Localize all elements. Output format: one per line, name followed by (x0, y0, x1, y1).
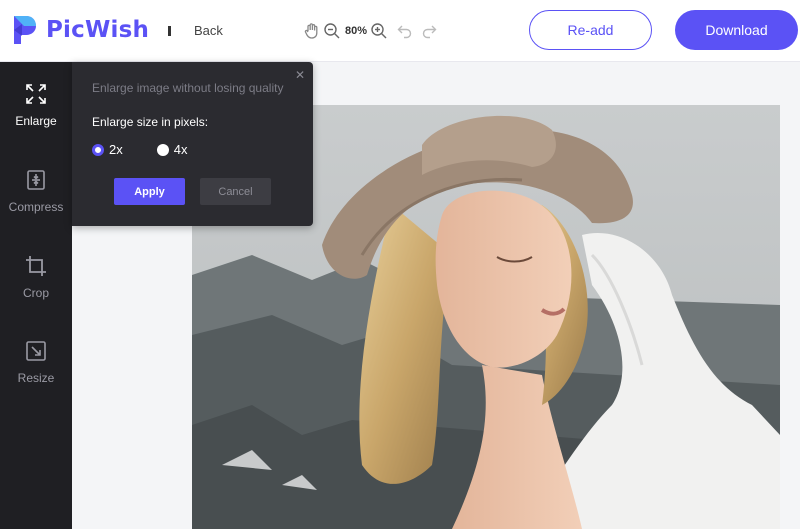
undo-icon[interactable] (395, 21, 415, 41)
redo-icon[interactable] (419, 21, 439, 41)
back-button[interactable]: Back (194, 23, 223, 38)
zoom-toolbar: 80% (302, 20, 439, 42)
zoom-level: 80% (345, 25, 368, 37)
cancel-button[interactable]: Cancel (200, 178, 271, 205)
enlarge-hint: Enlarge image without losing quality (92, 81, 284, 95)
enlarge-size-label: Enlarge size in pixels: (92, 115, 209, 129)
zoom-in-icon[interactable] (369, 21, 389, 41)
sidebar-item-crop[interactable]: Crop (0, 234, 72, 314)
option-label: 2x (109, 142, 123, 157)
picwish-logo-icon (14, 16, 36, 44)
hand-icon[interactable] (302, 21, 322, 41)
zoom-out-icon[interactable] (322, 21, 342, 41)
logo[interactable]: PicWish (10, 12, 149, 48)
crop-icon (26, 256, 46, 276)
separator-mark (168, 26, 171, 36)
enlarge-icon (26, 84, 46, 104)
top-bar: PicWish Back 80% Re-add Download (0, 0, 800, 62)
readd-button[interactable]: Re-add (529, 10, 652, 50)
sidebar-item-label: Resize (17, 371, 55, 385)
sidebar-item-label: Compress (8, 200, 64, 214)
compress-icon (27, 170, 45, 190)
brand-name: PicWish (46, 17, 150, 43)
radio-checked-icon[interactable] (92, 143, 104, 156)
enlarge-size-options: 2x 4x (92, 142, 221, 157)
enlarge-panel: ✕ Enlarge image without losing quality E… (72, 62, 313, 226)
resize-icon (26, 341, 46, 361)
download-button[interactable]: Download (675, 10, 798, 50)
option-label: 4x (173, 142, 188, 157)
sidebar-item-label: Crop (22, 286, 49, 300)
apply-button[interactable]: Apply (114, 178, 185, 205)
sidebar-item-compress[interactable]: Compress (0, 148, 72, 228)
option-2x[interactable]: 2x (92, 142, 123, 157)
tool-sidebar: Enlarge Compress Crop Resize (0, 62, 72, 529)
option-4x[interactable]: 4x (156, 142, 188, 157)
sidebar-item-enlarge[interactable]: Enlarge (0, 62, 72, 142)
close-icon[interactable]: ✕ (295, 68, 305, 82)
sidebar-item-resize[interactable]: Resize (0, 319, 72, 399)
radio-unchecked-icon[interactable] (156, 143, 169, 156)
sidebar-item-label: Enlarge (15, 114, 57, 128)
